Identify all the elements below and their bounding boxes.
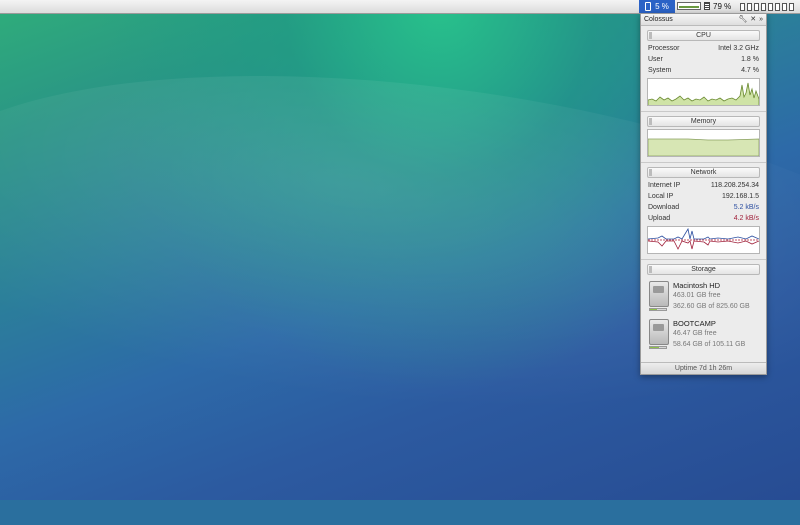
status-slot-icon — [768, 2, 773, 11]
status-slot-icon — [754, 2, 759, 11]
panel-title: Colossus — [644, 16, 673, 23]
cpu-chip-icon — [645, 2, 652, 12]
status-slot-icon — [747, 2, 752, 11]
network-heading: Network — [690, 169, 717, 176]
cpu-history-graph — [647, 78, 760, 106]
status-slot-icon — [789, 2, 794, 11]
colossus-panel: Colossus 🔧︎ ✕» CPU Processor Intel 3.2 GHz… — [640, 13, 767, 375]
row-value[interactable]: 118.208.254.34 — [711, 180, 759, 191]
expand-icon[interactable]: » — [759, 16, 763, 23]
hard-drive-icon — [649, 281, 669, 307]
network-row-upload: Upload 4.2 kB/s — [648, 213, 759, 224]
storage-section-header[interactable]: Storage — [647, 264, 760, 275]
drive-total: 58.64 GB of 105.11 GB — [673, 341, 746, 348]
row-value: 4.7 % — [741, 67, 759, 74]
network-history-graph — [647, 226, 760, 254]
row-label: Local IP — [648, 193, 674, 200]
cpu-menu-extra[interactable]: 5 % — [639, 0, 675, 13]
drive-usage-fill — [650, 309, 658, 310]
network-section-header[interactable]: Network — [647, 167, 760, 178]
hard-drive-icon — [649, 319, 669, 345]
cpu-heading: CPU — [696, 32, 711, 39]
download-rate: 5.2 kB/s — [733, 204, 759, 211]
status-slot-icon — [775, 2, 780, 11]
drive-macintosh-hd[interactable]: Macintosh HD 463.01 GB free 362.60 GB of… — [647, 279, 760, 313]
row-value: Intel 3.2 GHz — [718, 45, 759, 52]
cpu-usage-label: 5 % — [655, 2, 669, 11]
status-slot-icon — [740, 2, 745, 11]
drive-free: 463.01 GB free — [673, 292, 721, 299]
menu-bar: 5 % 79 % — [0, 0, 800, 14]
cpu-graph-icon[interactable] — [677, 2, 701, 10]
row-label: System — [648, 67, 672, 74]
uptime-footer: Uptime 7d 1h 26m — [641, 362, 766, 374]
drive-name: BOOTCAMP — [673, 319, 716, 328]
drive-usage-fill — [650, 347, 659, 348]
row-value: 1.8 % — [741, 56, 759, 63]
network-row-internet-ip: Internet IP 118.208.254.34 — [648, 180, 759, 191]
cpu-row-system: System 4.7 % — [648, 65, 759, 76]
cpu-section-header[interactable]: CPU — [647, 30, 760, 41]
row-label: Download — [648, 204, 680, 211]
battery-icon[interactable] — [704, 2, 710, 10]
wrench-icon[interactable]: 🔧︎ — [738, 16, 747, 23]
cpu-row-user: User 1.8 % — [648, 54, 759, 65]
battery-percent[interactable]: 79 % — [713, 0, 737, 13]
row-label: Processor — [648, 45, 680, 52]
row-label: Internet IP — [648, 182, 681, 189]
status-icons[interactable] — [740, 0, 800, 13]
memory-section-header[interactable]: Memory — [647, 116, 760, 127]
drive-total: 362.60 GB of 825.60 GB — [673, 303, 750, 310]
drive-free: 46.47 GB free — [673, 330, 717, 337]
drive-usage-bar — [649, 346, 667, 349]
upload-rate: 4.2 kB/s — [733, 215, 759, 222]
memory-heading: Memory — [690, 118, 717, 125]
memory-history-graph — [647, 129, 760, 157]
status-slot-icon — [782, 2, 787, 11]
status-slot-icon — [761, 2, 766, 11]
row-label: User — [648, 56, 663, 63]
row-value[interactable]: 192.168.1.5 — [722, 191, 759, 202]
drive-bootcamp[interactable]: BOOTCAMP 46.47 GB free 58.64 GB of 105.1… — [647, 317, 760, 351]
close-icon[interactable]: ✕ — [750, 16, 756, 23]
panel-titlebar[interactable]: Colossus 🔧︎ ✕» — [641, 14, 766, 26]
drive-name: Macintosh HD — [673, 281, 721, 290]
storage-heading: Storage — [691, 266, 716, 273]
cpu-row-processor: Processor Intel 3.2 GHz — [648, 43, 759, 54]
drive-usage-bar — [649, 308, 667, 311]
network-row-download: Download 5.2 kB/s — [648, 202, 759, 213]
row-label: Upload — [648, 215, 671, 222]
network-row-local-ip: Local IP 192.168.1.5 — [648, 191, 759, 202]
